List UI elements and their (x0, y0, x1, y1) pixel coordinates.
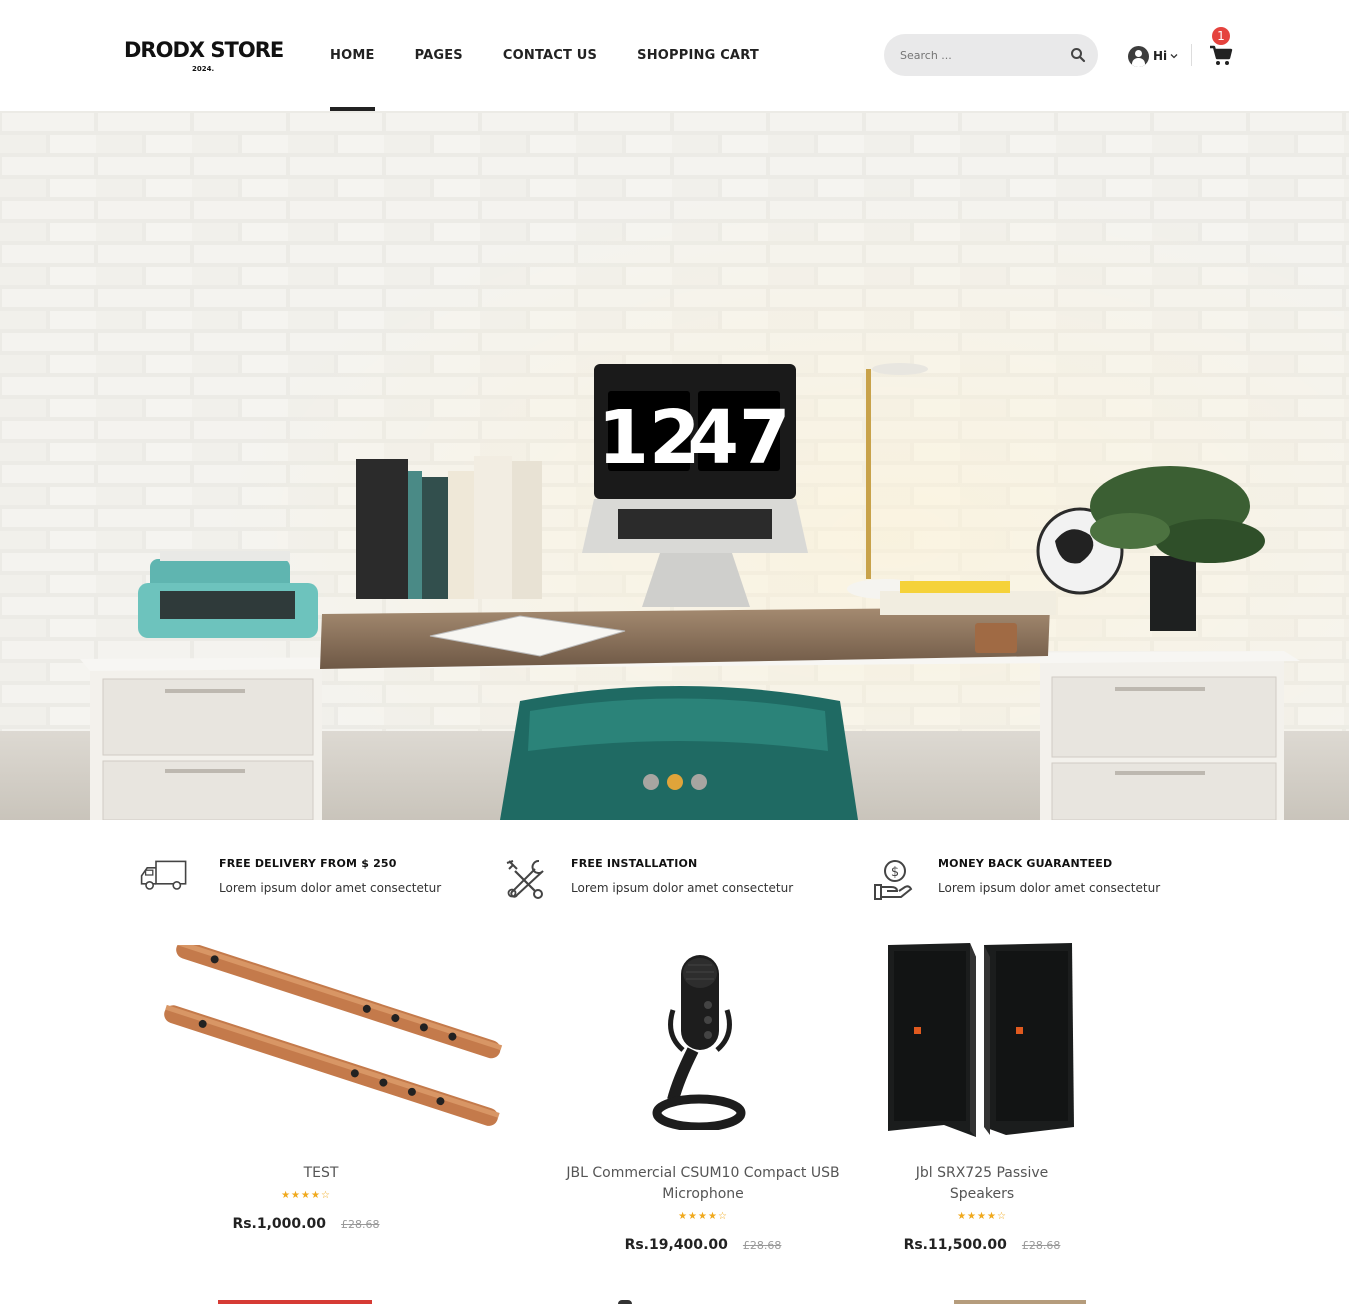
product-name[interactable]: TEST (136, 1163, 506, 1184)
product-price-row: Rs.1,000.00 £28.68 (121, 1213, 491, 1232)
feature-desc: Lorem ipsum dolor amet consectetur (938, 881, 1161, 895)
feature-money-back: $ MONEY BACK GUARANTEED Lorem ipsum dolo… (873, 855, 1173, 905)
product-price-row: Rs.19,400.00 £28.68 (563, 1234, 843, 1253)
feature-free-delivery: FREE DELIVERY FROM $ 250 Lorem ipsum dol… (134, 855, 464, 905)
svg-text:$: $ (891, 865, 899, 880)
product-old-price: £28.68 (341, 1218, 380, 1231)
nav-contact-us[interactable]: CONTACT US (503, 0, 597, 111)
chevron-down-icon (1170, 54, 1178, 59)
next-product-image-peek (954, 1300, 1086, 1304)
feature-free-installation: FREE INSTALLATION Lorem ipsum dolor amet… (503, 855, 823, 905)
product-image-flute[interactable] (146, 945, 506, 1145)
product-price: Rs.11,500.00 (903, 1237, 1007, 1253)
feature-desc: Lorem ipsum dolor amet consectetur (219, 881, 442, 895)
product-card[interactable]: JBL Commercial CSUM10 Compact USB Microp… (563, 935, 843, 1255)
site-header: DRODX STORE 2024. HOME PAGES CONTACT US … (0, 0, 1349, 111)
slider-dots (643, 774, 707, 790)
user-menu[interactable]: Hi (1128, 45, 1178, 67)
product-name[interactable]: Jbl SRX725 Passive Speakers (882, 1163, 1082, 1205)
nav-home[interactable]: HOME (330, 0, 375, 111)
store-logo[interactable]: DRODX STORE 2024. (124, 38, 284, 73)
money-hand-icon: $ (874, 860, 913, 900)
cart-count-badge: 1 (1212, 27, 1230, 45)
hero-desk-image: 12 47 PM (0, 111, 1349, 820)
clock-minute: 47 (688, 395, 791, 481)
slider-dot[interactable] (691, 774, 707, 790)
slider-dot-active[interactable] (667, 774, 683, 790)
product-card[interactable]: TEST ★★★★☆ Rs.1,000.00 £28.68 (136, 935, 506, 1255)
product-rating: ★★★★☆ (957, 1211, 1007, 1222)
product-price: Rs.1,000.00 (232, 1216, 326, 1232)
clock-ampm: PM (618, 456, 632, 465)
nav-pages[interactable]: PAGES (415, 0, 463, 111)
logo-subtext: 2024. (192, 65, 215, 73)
main-nav: HOME PAGES CONTACT US SHOPPING CART (330, 0, 799, 111)
search-box (884, 34, 1098, 76)
header-divider (1191, 44, 1192, 66)
slider-dot[interactable] (643, 774, 659, 790)
feature-desc: Lorem ipsum dolor amet consectetur (571, 881, 794, 895)
product-price: Rs.19,400.00 (624, 1237, 728, 1253)
shopping-cart-icon[interactable] (1209, 43, 1233, 67)
user-avatar-icon (1128, 45, 1149, 67)
user-greeting: Hi (1153, 49, 1168, 63)
truck-icon (140, 860, 187, 890)
product-rating: ★★★★☆ (678, 1211, 728, 1222)
search-icon[interactable] (1070, 47, 1086, 63)
product-old-price: £28.68 (1021, 1239, 1061, 1252)
next-product-image-peek (218, 1300, 372, 1304)
hero-slider[interactable]: 12 47 PM (0, 111, 1349, 820)
product-image-speakers[interactable] (886, 941, 1078, 1141)
product-old-price: £28.68 (742, 1239, 782, 1252)
product-image-microphone[interactable] (643, 950, 753, 1130)
logo-text: DRODX STORE (124, 38, 284, 62)
feature-title: FREE DELIVERY FROM $ 250 (219, 857, 397, 870)
next-product-image-peek (618, 1300, 632, 1304)
tools-icon (506, 860, 544, 899)
product-price-row: Rs.11,500.00 £28.68 (882, 1234, 1082, 1253)
feature-title: MONEY BACK GUARANTEED (938, 857, 1113, 870)
product-name[interactable]: JBL Commercial CSUM10 Compact USB Microp… (563, 1163, 843, 1205)
nav-shopping-cart[interactable]: SHOPPING CART (637, 0, 759, 111)
search-input[interactable] (900, 34, 1060, 76)
clock-hour: 12 (598, 395, 701, 481)
product-card[interactable]: Jbl SRX725 Passive Speakers ★★★★☆ Rs.11,… (882, 935, 1082, 1255)
product-rating: ★★★★☆ (281, 1190, 331, 1201)
feature-title: FREE INSTALLATION (571, 857, 698, 870)
